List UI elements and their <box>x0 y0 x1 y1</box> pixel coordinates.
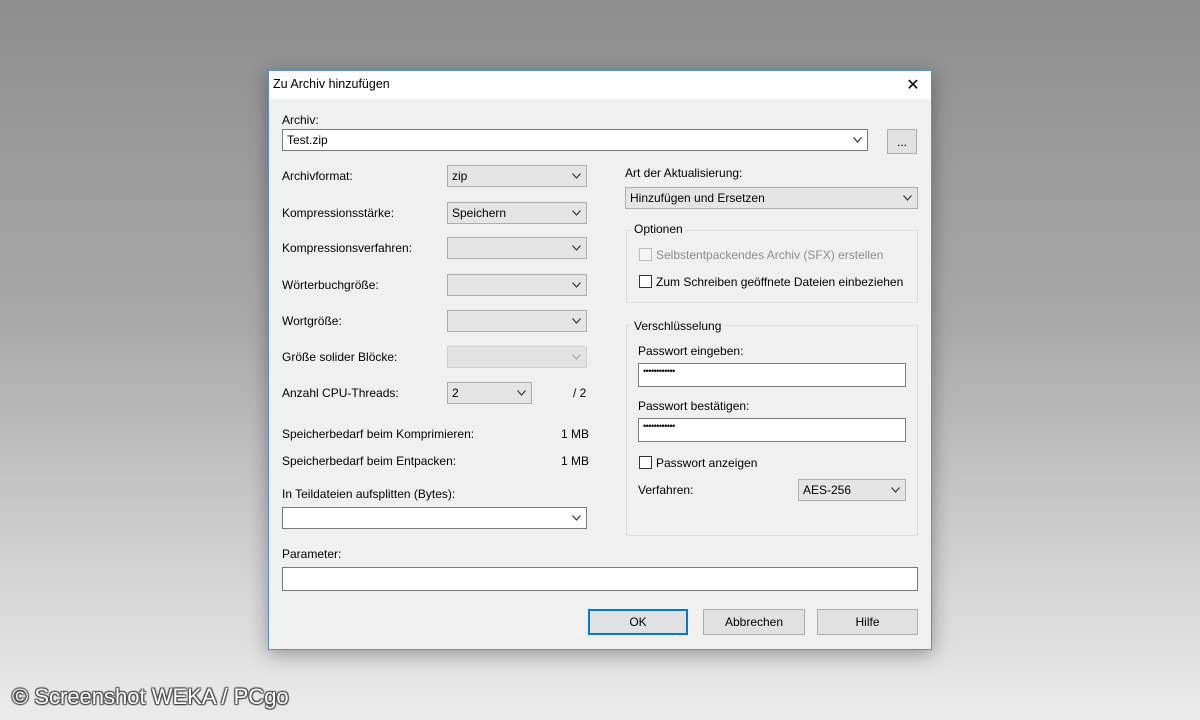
password-input[interactable]: •••••••••••• <box>638 363 906 387</box>
word-size-label: Wortgröße: <box>282 314 342 328</box>
chevron-down-icon <box>572 245 581 251</box>
solid-block-size-select <box>447 346 587 368</box>
memory-compress-value: 1 MB <box>561 427 590 441</box>
encryption-group-title: Verschlüsselung <box>631 319 725 333</box>
add-to-archive-dialog: Zu Archiv hinzufügen ✕ Archiv: Test.zip … <box>268 70 932 650</box>
sfx-checkbox <box>639 248 652 261</box>
word-size-select[interactable] <box>447 310 587 332</box>
split-volumes-label: In Teildateien aufsplitten (Bytes): <box>282 487 456 501</box>
dictionary-size-label: Wörterbuchgröße: <box>282 278 379 292</box>
cpu-threads-max: / 2 <box>573 386 587 400</box>
help-button[interactable]: Hilfe <box>817 609 918 635</box>
open-files-checkbox[interactable] <box>639 275 652 288</box>
chevron-down-icon <box>572 318 581 324</box>
cpu-threads-select[interactable]: 2 <box>447 382 532 404</box>
update-mode-label: Art der Aktualisierung: <box>625 166 743 180</box>
dictionary-size-select[interactable] <box>447 274 587 296</box>
close-icon: ✕ <box>906 77 920 94</box>
encryption-method-label: Verfahren: <box>638 483 694 497</box>
sfx-label: Selbstentpackendes Archiv (SFX) erstelle… <box>656 248 884 262</box>
update-mode-value: Hinzufügen und Ersetzen <box>630 191 765 205</box>
chevron-down-icon <box>517 390 526 396</box>
chevron-down-icon <box>572 210 581 216</box>
show-password-label: Passwort anzeigen <box>656 456 758 470</box>
archive-path-value: Test.zip <box>287 133 328 147</box>
archive-path-combo[interactable]: Test.zip <box>282 129 868 151</box>
parameters-label: Parameter: <box>282 547 342 561</box>
compression-level-label: Kompressionsstärke: <box>282 206 395 220</box>
open-files-label: Zum Schreiben geöffnete Dateien einbezie… <box>656 275 904 289</box>
encryption-method-select[interactable]: AES-256 <box>798 479 906 501</box>
browse-label: ... <box>896 134 907 149</box>
archive-format-label: Archivformat: <box>282 169 353 183</box>
chevron-down-icon <box>903 195 912 201</box>
chevron-down-icon <box>572 282 581 288</box>
password-confirm-label: Passwort bestätigen: <box>638 399 750 413</box>
ok-button[interactable]: OK <box>588 609 688 635</box>
password-confirm-value: •••••••••••• <box>643 421 675 431</box>
archive-label: Archiv: <box>282 113 319 127</box>
encryption-method-value: AES-256 <box>803 483 852 497</box>
password-label: Passwort eingeben: <box>638 344 744 358</box>
chevron-down-icon <box>572 515 581 521</box>
memory-decompress-value: 1 MB <box>561 454 590 468</box>
show-password-checkbox[interactable] <box>639 456 652 469</box>
solid-block-size-label: Größe solider Blöcke: <box>282 350 398 364</box>
copyright-watermark: © Screenshot WEKA / PCgo <box>12 684 289 709</box>
chevron-down-icon <box>853 137 862 143</box>
update-mode-select[interactable]: Hinzufügen und Ersetzen <box>625 187 918 209</box>
chevron-down-icon <box>891 487 900 493</box>
compression-method-select[interactable] <box>447 237 587 259</box>
archive-format-select[interactable]: zip <box>447 165 587 187</box>
password-value: •••••••••••• <box>643 366 675 376</box>
chevron-down-icon <box>572 173 581 179</box>
help-label: Hilfe <box>855 615 880 629</box>
chevron-down-icon <box>572 354 581 360</box>
cpu-threads-value: 2 <box>452 386 459 400</box>
ok-label: OK <box>629 615 647 629</box>
password-confirm-input[interactable]: •••••••••••• <box>638 418 906 442</box>
cpu-threads-label: Anzahl CPU-Threads: <box>282 386 399 400</box>
memory-compress-label: Speicherbedarf beim Komprimieren: <box>282 427 475 441</box>
split-volumes-combo[interactable] <box>282 507 587 529</box>
options-group <box>626 230 918 303</box>
browse-button[interactable]: ... <box>887 129 917 154</box>
cancel-label: Abbrechen <box>724 615 784 629</box>
parameters-input[interactable] <box>282 567 918 591</box>
archive-format-value: zip <box>452 169 468 183</box>
close-button[interactable]: ✕ <box>895 71 931 99</box>
compression-method-label: Kompressionsverfahren: <box>282 241 413 255</box>
dialog-title: Zu Archiv hinzufügen <box>273 77 390 91</box>
options-group-title: Optionen <box>631 222 686 236</box>
memory-decompress-label: Speicherbedarf beim Entpacken: <box>282 454 457 468</box>
title-bar: Zu Archiv hinzufügen ✕ <box>269 71 931 99</box>
compression-level-value: Speichern <box>452 206 507 220</box>
cancel-button[interactable]: Abbrechen <box>703 609 805 635</box>
compression-level-select[interactable]: Speichern <box>447 202 587 224</box>
